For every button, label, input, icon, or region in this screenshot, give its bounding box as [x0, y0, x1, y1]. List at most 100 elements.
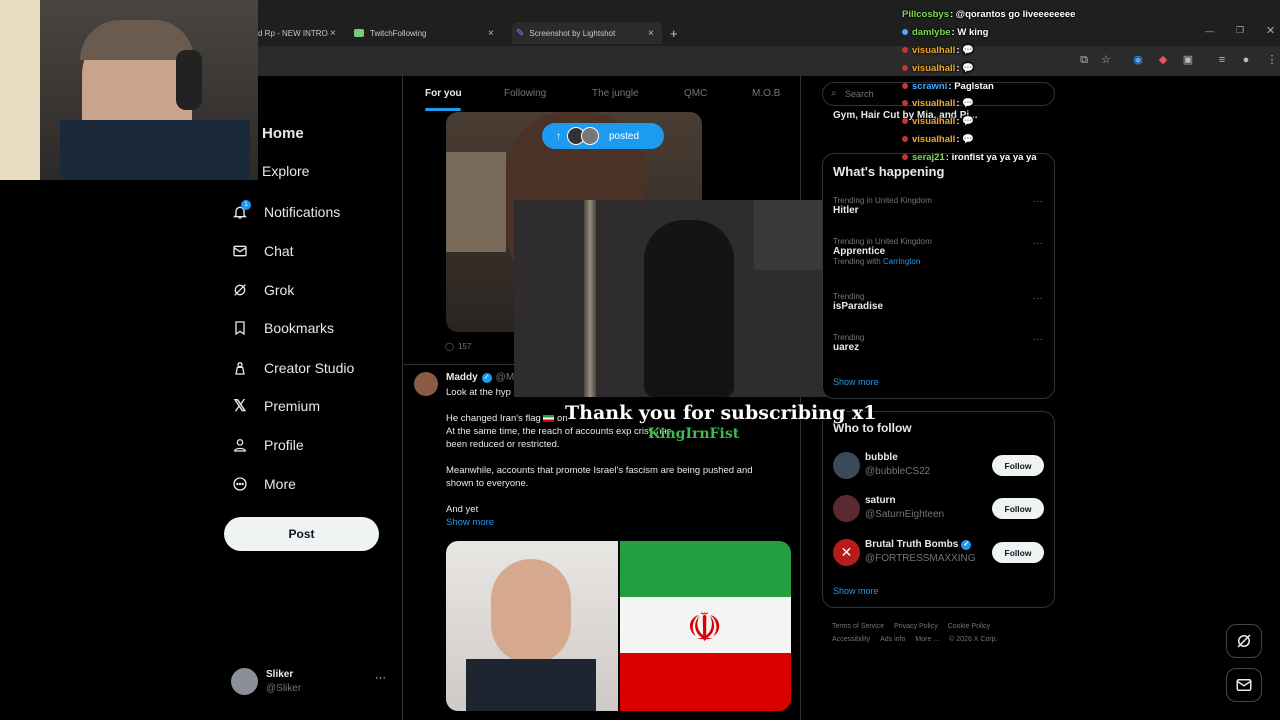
subscription-alert-text: Thank you for subscribing x1	[565, 402, 877, 424]
nav-explore[interactable]: Explore	[262, 163, 309, 179]
show-more-link[interactable]: Show more	[446, 516, 791, 529]
close-icon[interactable]: ×	[648, 28, 654, 39]
user-name[interactable]: bubble	[865, 452, 898, 463]
more-dots-icon[interactable]: ···	[1033, 196, 1043, 207]
user-name-row[interactable]: Brutal Truth Bombs ✓	[865, 539, 972, 550]
user-handle: @SaturnEighteen	[865, 509, 945, 520]
browser-tab-active[interactable]: ✎ Screenshot by Lightshot ×	[512, 22, 662, 44]
tab-favicon-icon	[354, 29, 364, 37]
more-dots-icon[interactable]: ···	[1033, 334, 1043, 345]
account-switcher[interactable]: Sliker @Sliker ···	[231, 668, 391, 698]
tab-the-jungle[interactable]: The jungle	[592, 88, 639, 99]
bell-icon: 1	[230, 200, 251, 222]
browser-tab[interactable]: TwitchFollowing ×	[354, 22, 504, 44]
avatar[interactable]: ✕	[833, 539, 860, 566]
nav-profile[interactable]: Profile	[230, 435, 304, 455]
trend-item[interactable]: Trending uarez	[833, 333, 864, 353]
show-more-link[interactable]: Show more	[833, 586, 879, 596]
post-header: Maddy ✓ @Ma	[446, 372, 520, 383]
chat-message: visualhall: 💬	[902, 63, 974, 74]
verified-badge-icon: ✓	[481, 372, 492, 383]
person-icon	[230, 435, 250, 455]
speech-bubble-icon: 💬	[962, 98, 974, 109]
subscriber-name: KingIrnFist	[648, 426, 740, 442]
nav-more[interactable]: More	[230, 474, 296, 494]
streamer-shirt	[60, 120, 250, 180]
close-icon[interactable]: ×	[488, 28, 494, 39]
puzzle-icon[interactable]: ▣	[1180, 52, 1196, 68]
account-name: Sliker	[266, 669, 294, 680]
grok-float-button[interactable]	[1226, 624, 1262, 658]
chat-message: visualhall: 💬	[902, 116, 974, 127]
x-logo-icon: 𝕏	[233, 398, 247, 415]
chat-message: visualhall: 💬	[902, 45, 974, 56]
menu-kebab-icon[interactable]: ⋮	[1264, 52, 1280, 68]
close-window-icon[interactable]: ✕	[1266, 24, 1275, 37]
post-button[interactable]: Post	[224, 517, 379, 551]
avatar[interactable]	[833, 495, 860, 522]
avatar[interactable]	[414, 372, 438, 396]
show-more-link[interactable]: Show more	[833, 377, 879, 387]
minimize-icon[interactable]: —	[1205, 26, 1214, 36]
webcam-overlay	[0, 0, 258, 180]
video-person	[644, 220, 734, 397]
search-icon: ⌕	[831, 88, 837, 99]
nav-notifications[interactable]: 1 Notifications	[230, 200, 340, 222]
mail-icon	[1236, 679, 1252, 691]
grok-icon	[1237, 634, 1251, 648]
trend-item[interactable]: Trending isParadise	[833, 292, 883, 312]
new-posts-pill[interactable]: ↑ posted	[542, 123, 664, 149]
more-dots-icon[interactable]: ···	[375, 672, 386, 684]
follow-button[interactable]: Follow	[992, 455, 1044, 476]
follow-button[interactable]: Follow	[992, 498, 1044, 519]
tab-following[interactable]: Following	[504, 88, 546, 99]
star-icon[interactable]: ☆	[1098, 52, 1114, 68]
verified-badge-icon: ✓	[961, 539, 972, 550]
nav-home[interactable]: Home	[262, 125, 304, 142]
restore-icon[interactable]: ❐	[1236, 25, 1244, 36]
tab-for-you[interactable]: For you	[425, 88, 462, 99]
reply-count[interactable]: ◯ 157	[445, 342, 471, 351]
iran-flag-icon	[543, 414, 555, 422]
speech-bubble-icon: 💬	[962, 45, 974, 56]
timeline: For you Following The jungle QMC M.O.B ↑…	[402, 76, 801, 720]
new-tab-button[interactable]: +	[670, 22, 678, 44]
avatar	[231, 668, 258, 695]
tab-qmc[interactable]: QMC	[684, 88, 707, 99]
stream-video-overlay	[514, 200, 864, 397]
speech-bubble-icon: 💬	[962, 134, 974, 145]
feather-icon: ✎	[516, 27, 525, 39]
active-tab-indicator	[425, 108, 461, 111]
whats-happening-card: What's happening Trending in United King…	[822, 153, 1055, 399]
user-name[interactable]: saturn	[865, 495, 896, 506]
section-title: What's happening	[833, 164, 945, 179]
follow-button[interactable]: Follow	[992, 542, 1044, 563]
avatar[interactable]	[833, 452, 860, 479]
more-dots-icon[interactable]: ···	[1033, 293, 1043, 304]
photo-suit	[466, 659, 596, 711]
browser-tab[interactable]: d Rp - NEW INTRO ×	[258, 22, 348, 44]
more-dots-icon[interactable]: ···	[1033, 238, 1043, 249]
close-icon[interactable]: ×	[330, 28, 336, 39]
post-media[interactable]: ☫	[446, 541, 791, 711]
speech-bubble-icon: 💬	[962, 116, 974, 127]
nav-bookmarks[interactable]: Bookmarks	[230, 318, 334, 338]
mail-icon	[230, 241, 250, 261]
bookmark-icon	[230, 318, 250, 338]
nav-chat[interactable]: Chat	[230, 241, 294, 261]
chat-message: Pillcosbys: @qorantos go liveeeeeeee	[902, 9, 1076, 20]
trend-item[interactable]: Trending in United Kingdom Apprentice Tr…	[833, 237, 932, 266]
reading-list-icon[interactable]: ≡	[1214, 52, 1230, 68]
iran-flag-image: ☫	[619, 541, 791, 711]
chat-message: visualhall: 💬	[902, 98, 974, 109]
nav-premium[interactable]: 𝕏 Premium	[230, 396, 320, 416]
nav-creator-studio[interactable]: Creator Studio	[230, 358, 354, 378]
nav-grok[interactable]: Grok	[230, 280, 294, 300]
trend-item[interactable]: Trending in United Kingdom Hitler	[833, 196, 932, 216]
profile-avatar-icon[interactable]: ●	[1238, 52, 1254, 68]
messages-float-button[interactable]	[1226, 668, 1262, 702]
cast-icon[interactable]: ⧉	[1076, 52, 1092, 68]
extension-icon[interactable]: ◉	[1130, 52, 1146, 68]
tab-mob[interactable]: M.O.B	[752, 88, 780, 99]
extension-icon[interactable]: ◆	[1155, 52, 1171, 68]
